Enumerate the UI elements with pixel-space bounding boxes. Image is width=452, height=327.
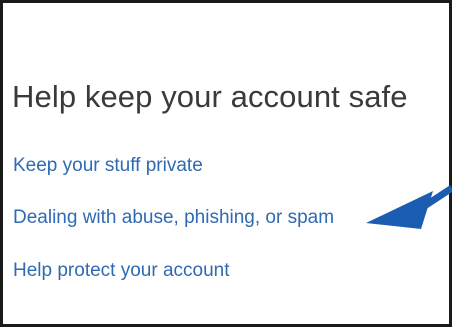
link-keep-stuff-private[interactable]: Keep your stuff private — [13, 153, 203, 179]
link-help-protect-account[interactable]: Help protect your account — [13, 258, 230, 284]
section-heading: Help keep your account safe — [12, 79, 408, 114]
help-panel: Help keep your account safe Keep your st… — [0, 0, 452, 327]
link-dealing-with-abuse[interactable]: Dealing with abuse, phishing, or spam — [13, 205, 334, 231]
